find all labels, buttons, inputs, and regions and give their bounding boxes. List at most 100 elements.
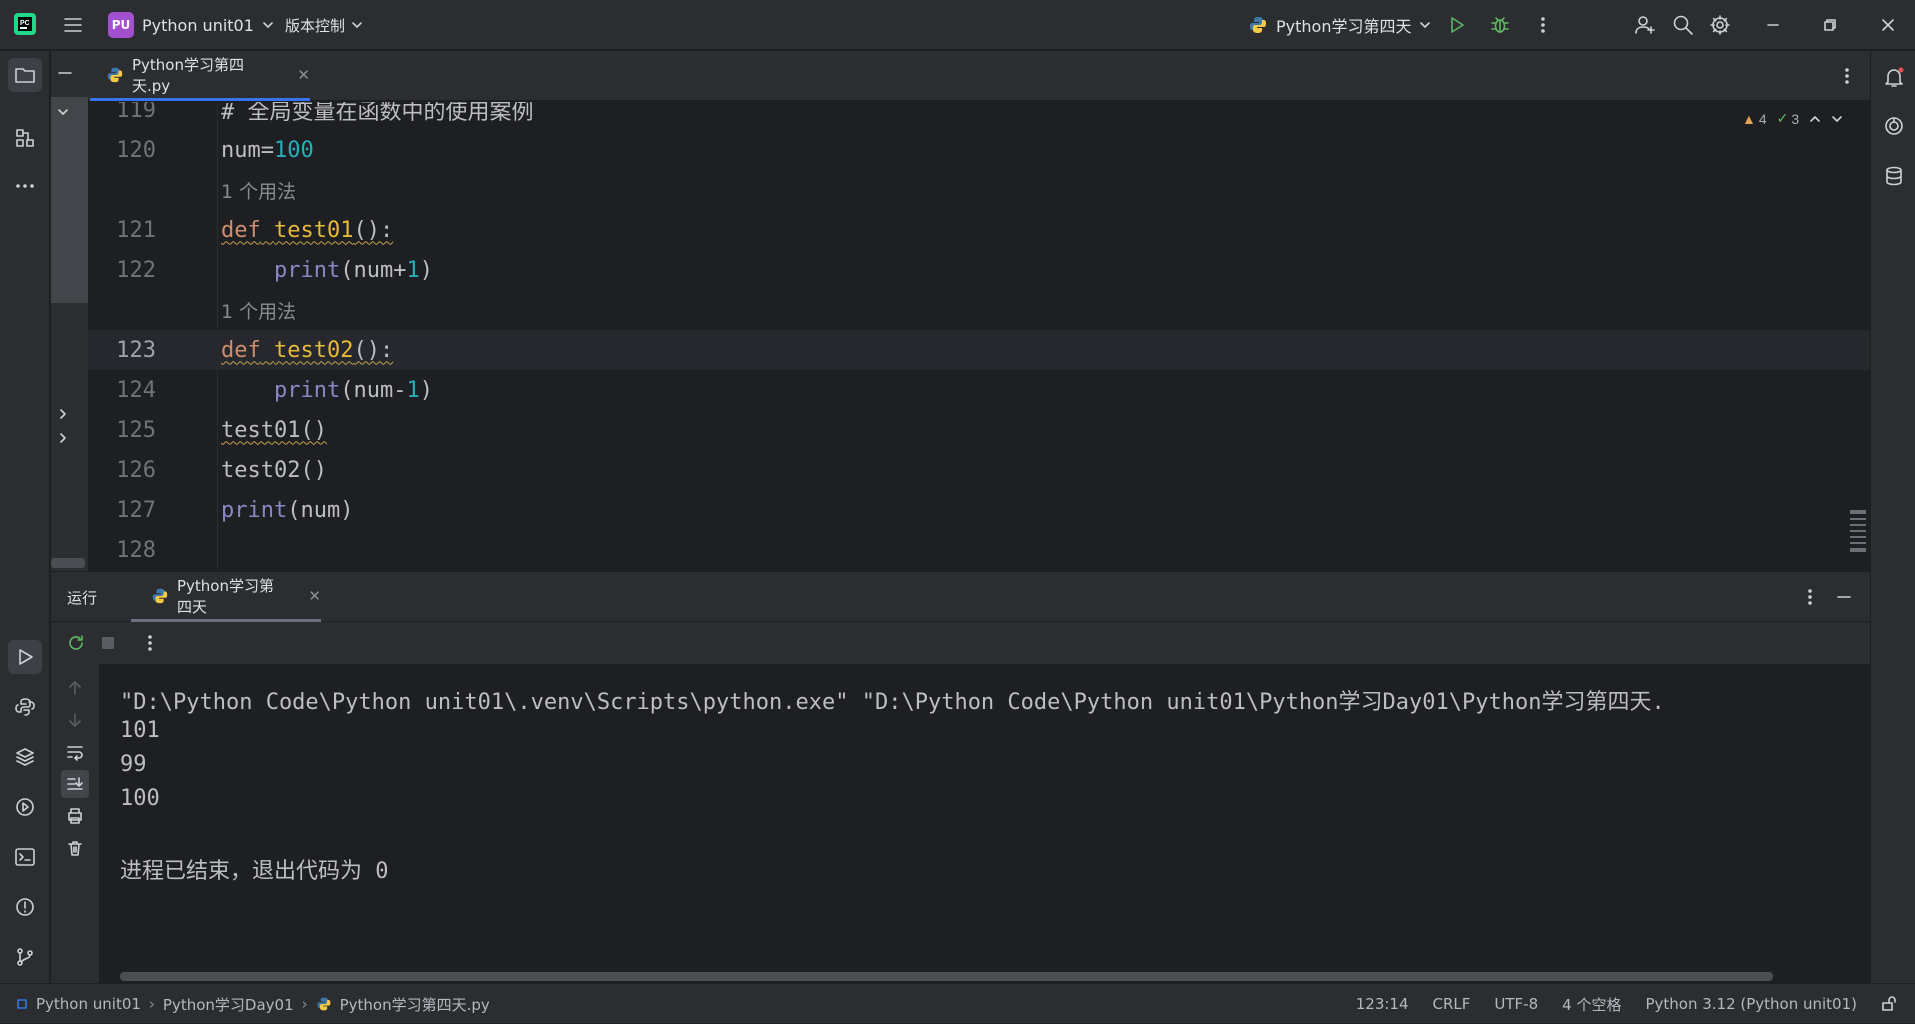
- code-editor[interactable]: 119 # 全局变量在函数中的使用案例 120 num=100 1 个用法 12…: [88, 102, 1870, 570]
- scroll-down-icon[interactable]: [61, 706, 89, 734]
- python-file-icon: [106, 66, 124, 84]
- indent-setting[interactable]: 4 个空格: [1562, 994, 1621, 1015]
- checkmark-icon: ✓: [1776, 110, 1789, 126]
- line-number: 124: [116, 377, 156, 403]
- clear-trash-icon[interactable]: [61, 834, 89, 862]
- notifications-bell-icon[interactable]: [1877, 60, 1911, 94]
- code-line: 126 test02(): [88, 450, 1870, 490]
- code-text: def test02():: [221, 337, 394, 363]
- run-panel-options-icon[interactable]: [1797, 584, 1823, 610]
- code-line: 124 print(num-1): [88, 370, 1870, 410]
- editor-tab-bar: Python学习第四天.py ✕: [88, 51, 1870, 101]
- usage-hint[interactable]: 1 个用法: [221, 177, 296, 204]
- restore-icon[interactable]: [1815, 10, 1845, 40]
- console-line: "D:\Python Code\Python unit01\.venv\Scri…: [120, 690, 1665, 715]
- code-text: def test01():: [221, 217, 394, 243]
- tree-expanded-chevron-icon[interactable]: [57, 106, 69, 118]
- status-info: 123:14 CRLF UTF-8 4 个空格 Python 3.12 (Pyt…: [1356, 984, 1857, 1024]
- ai-assistant-icon[interactable]: [1877, 109, 1911, 143]
- run-tab[interactable]: Python学习第四天 ✕: [131, 572, 321, 622]
- console-gutter: [51, 664, 100, 983]
- module-square-icon: [16, 998, 28, 1010]
- console-line: 99: [120, 752, 147, 777]
- console-line: 101: [120, 718, 160, 743]
- current-code-line: 123 def test02():: [88, 330, 1870, 370]
- run-config-label: Python学习第四天: [1276, 17, 1412, 36]
- run-tool-icon[interactable]: [8, 640, 42, 674]
- editor-tab[interactable]: Python学习第四天.py ✕: [90, 51, 310, 101]
- project-badge: PU: [108, 12, 134, 38]
- hide-run-panel-icon[interactable]: [1831, 584, 1857, 610]
- tree-collapsed-chevron-icon[interactable]: [57, 432, 69, 444]
- line-number: 127: [116, 497, 156, 523]
- line-number: 128: [116, 537, 156, 563]
- status-bar: Python unit01 › Python学习Day01 › Python学习…: [0, 983, 1915, 1023]
- soft-wrap-icon[interactable]: [61, 738, 89, 766]
- python-console-icon[interactable]: [8, 690, 42, 724]
- scroll-to-end-icon[interactable]: [61, 770, 89, 798]
- main-menu-icon[interactable]: [60, 12, 86, 38]
- console-line: 100: [120, 786, 160, 811]
- console-horizontal-scrollbar[interactable]: [120, 972, 1773, 981]
- code-text: test01(): [221, 417, 327, 443]
- services-icon[interactable]: [8, 790, 42, 824]
- git-branch-icon[interactable]: [8, 940, 42, 974]
- console-exit-line: 进程已结束，退出代码为 0: [120, 859, 389, 884]
- more-tools-icon[interactable]: [8, 169, 42, 203]
- run-more-icon[interactable]: [137, 630, 163, 656]
- scroll-up-icon[interactable]: [61, 674, 89, 702]
- stop-icon[interactable]: [95, 630, 121, 656]
- project-selector[interactable]: PU Python unit01: [108, 11, 274, 39]
- python-icon: [151, 587, 169, 605]
- tree-collapsed-chevron-icon[interactable]: [57, 408, 69, 420]
- terminal-icon[interactable]: [8, 840, 42, 874]
- structure-icon[interactable]: [8, 121, 42, 155]
- python-interpreter[interactable]: Python 3.12 (Python unit01): [1645, 995, 1857, 1013]
- editor-tab-label: Python学习第四天.py: [132, 55, 244, 95]
- next-problem-icon[interactable]: [1831, 113, 1843, 125]
- unlock-icon[interactable]: [1879, 994, 1899, 1014]
- breadcrumb: Python unit01 › Python学习Day01 › Python学习…: [16, 984, 490, 1024]
- breadcrumb-file[interactable]: Python学习第四天.py: [340, 994, 490, 1015]
- file-encoding[interactable]: UTF-8: [1494, 995, 1538, 1013]
- close-run-tab-icon[interactable]: ✕: [308, 587, 321, 605]
- settings-gear-icon[interactable]: [1705, 10, 1735, 40]
- rerun-icon[interactable]: [63, 630, 89, 656]
- svg-text:PC: PC: [20, 20, 30, 27]
- project-folder-icon[interactable]: [8, 58, 42, 92]
- add-user-icon[interactable]: [1630, 10, 1660, 40]
- inspection-widget[interactable]: ▲ 4 ✓ 3: [1742, 110, 1843, 127]
- run-toolbar: [51, 622, 1870, 664]
- line-separator[interactable]: CRLF: [1433, 995, 1471, 1013]
- vcs-menu[interactable]: 版本控制: [285, 11, 363, 39]
- line-number: 122: [116, 257, 156, 283]
- close-icon[interactable]: [1873, 10, 1903, 40]
- project-panel-scrollbar[interactable]: [51, 558, 85, 568]
- hide-panel-icon[interactable]: [57, 65, 73, 81]
- run-console[interactable]: "D:\Python Code\Python unit01\.venv\Scri…: [100, 664, 1870, 983]
- search-icon[interactable]: [1668, 10, 1698, 40]
- breadcrumb-folder[interactable]: Python学习Day01: [163, 994, 294, 1015]
- close-tab-icon[interactable]: ✕: [297, 66, 310, 84]
- code-line: 122 print(num+1): [88, 250, 1870, 290]
- breadcrumb-project[interactable]: Python unit01: [36, 995, 141, 1013]
- usage-hint[interactable]: 1 个用法: [221, 297, 296, 324]
- code-text: print(num+1): [273, 257, 433, 283]
- run-icon[interactable]: [1442, 10, 1472, 40]
- caret-position[interactable]: 123:14: [1356, 995, 1409, 1013]
- print-icon[interactable]: [61, 802, 89, 830]
- previous-problem-icon[interactable]: [1809, 113, 1821, 125]
- run-config-selector[interactable]: Python学习第四天: [1248, 11, 1431, 39]
- python-packages-icon[interactable]: [8, 740, 42, 774]
- code-text: num=100: [221, 137, 314, 163]
- problems-icon[interactable]: [8, 890, 42, 924]
- code-text: # 全局变量在函数中的使用案例: [221, 102, 534, 125]
- editor-scroll-marker[interactable]: [1850, 510, 1866, 552]
- debug-icon[interactable]: [1485, 10, 1515, 40]
- warning-triangle-icon: ▲: [1742, 110, 1756, 127]
- tab-options-icon[interactable]: [1834, 63, 1860, 89]
- database-icon[interactable]: [1877, 159, 1911, 193]
- more-actions-icon[interactable]: [1528, 10, 1558, 40]
- chevron-down-icon: [262, 19, 274, 31]
- minimize-icon[interactable]: [1758, 10, 1788, 40]
